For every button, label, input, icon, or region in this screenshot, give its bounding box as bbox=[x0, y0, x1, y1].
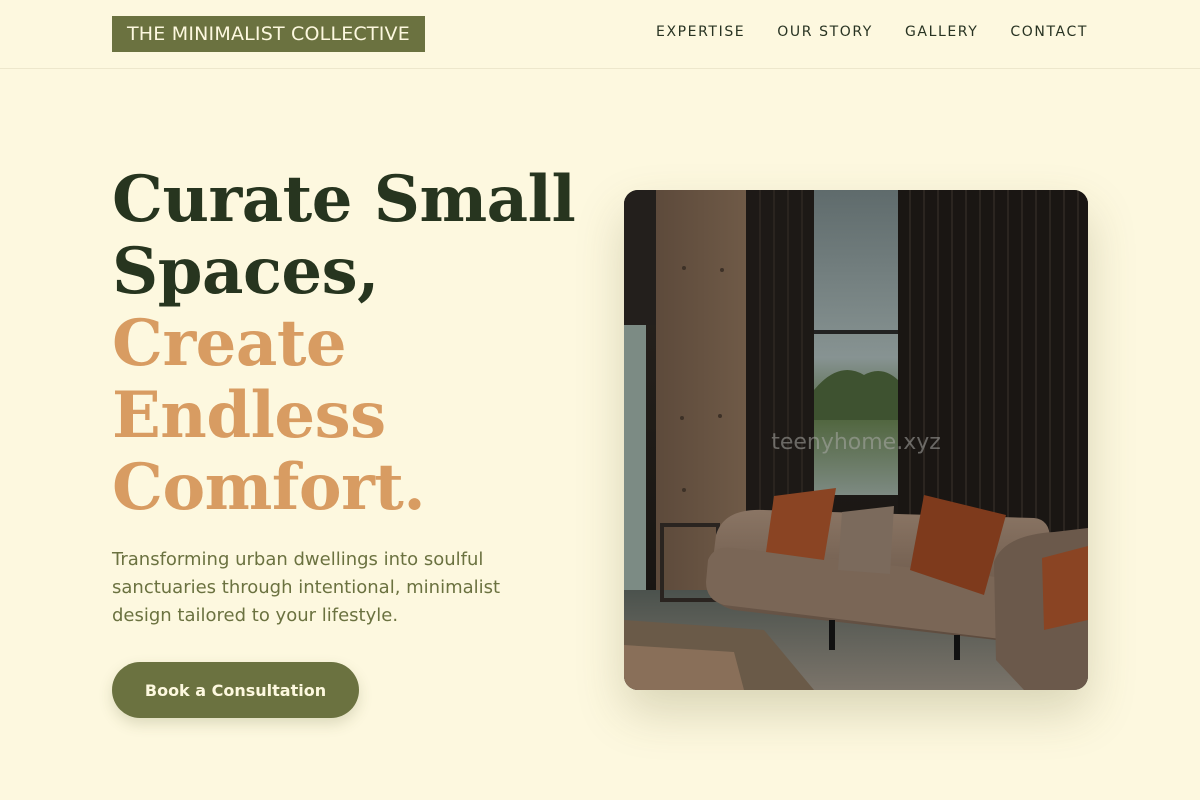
headline-accent-line: Comfort. bbox=[112, 450, 426, 525]
nav-link-expertise[interactable]: EXPERTISE bbox=[656, 22, 745, 42]
hero-image-living-room: teenyhome.xyz bbox=[624, 190, 1088, 690]
hero-headline: Curate Small Spaces, Create Endless Comf… bbox=[112, 164, 582, 524]
brand-logo[interactable]: THE MINIMALIST COLLECTIVE bbox=[112, 16, 425, 52]
main-nav: EXPERTISE OUR STORY GALLERY CONTACT bbox=[656, 22, 1088, 42]
headline-accent-line: Endless bbox=[112, 378, 386, 453]
living-room-illustration bbox=[624, 190, 1088, 690]
nav-link-our-story[interactable]: OUR STORY bbox=[777, 22, 873, 42]
hero-subtitle: Transforming urban dwellings into soulfu… bbox=[112, 549, 501, 626]
headline-line: Spaces, bbox=[112, 234, 379, 309]
headline-accent-line: Create bbox=[112, 306, 347, 381]
nav-link-contact[interactable]: CONTACT bbox=[1010, 22, 1088, 42]
book-consultation-button[interactable]: Book a Consultation bbox=[112, 662, 359, 718]
nav-link-gallery[interactable]: GALLERY bbox=[905, 22, 978, 42]
headline-line: Curate Small bbox=[112, 162, 576, 237]
site-header: THE MINIMALIST COLLECTIVE EXPERTISE OUR … bbox=[0, 0, 1200, 69]
